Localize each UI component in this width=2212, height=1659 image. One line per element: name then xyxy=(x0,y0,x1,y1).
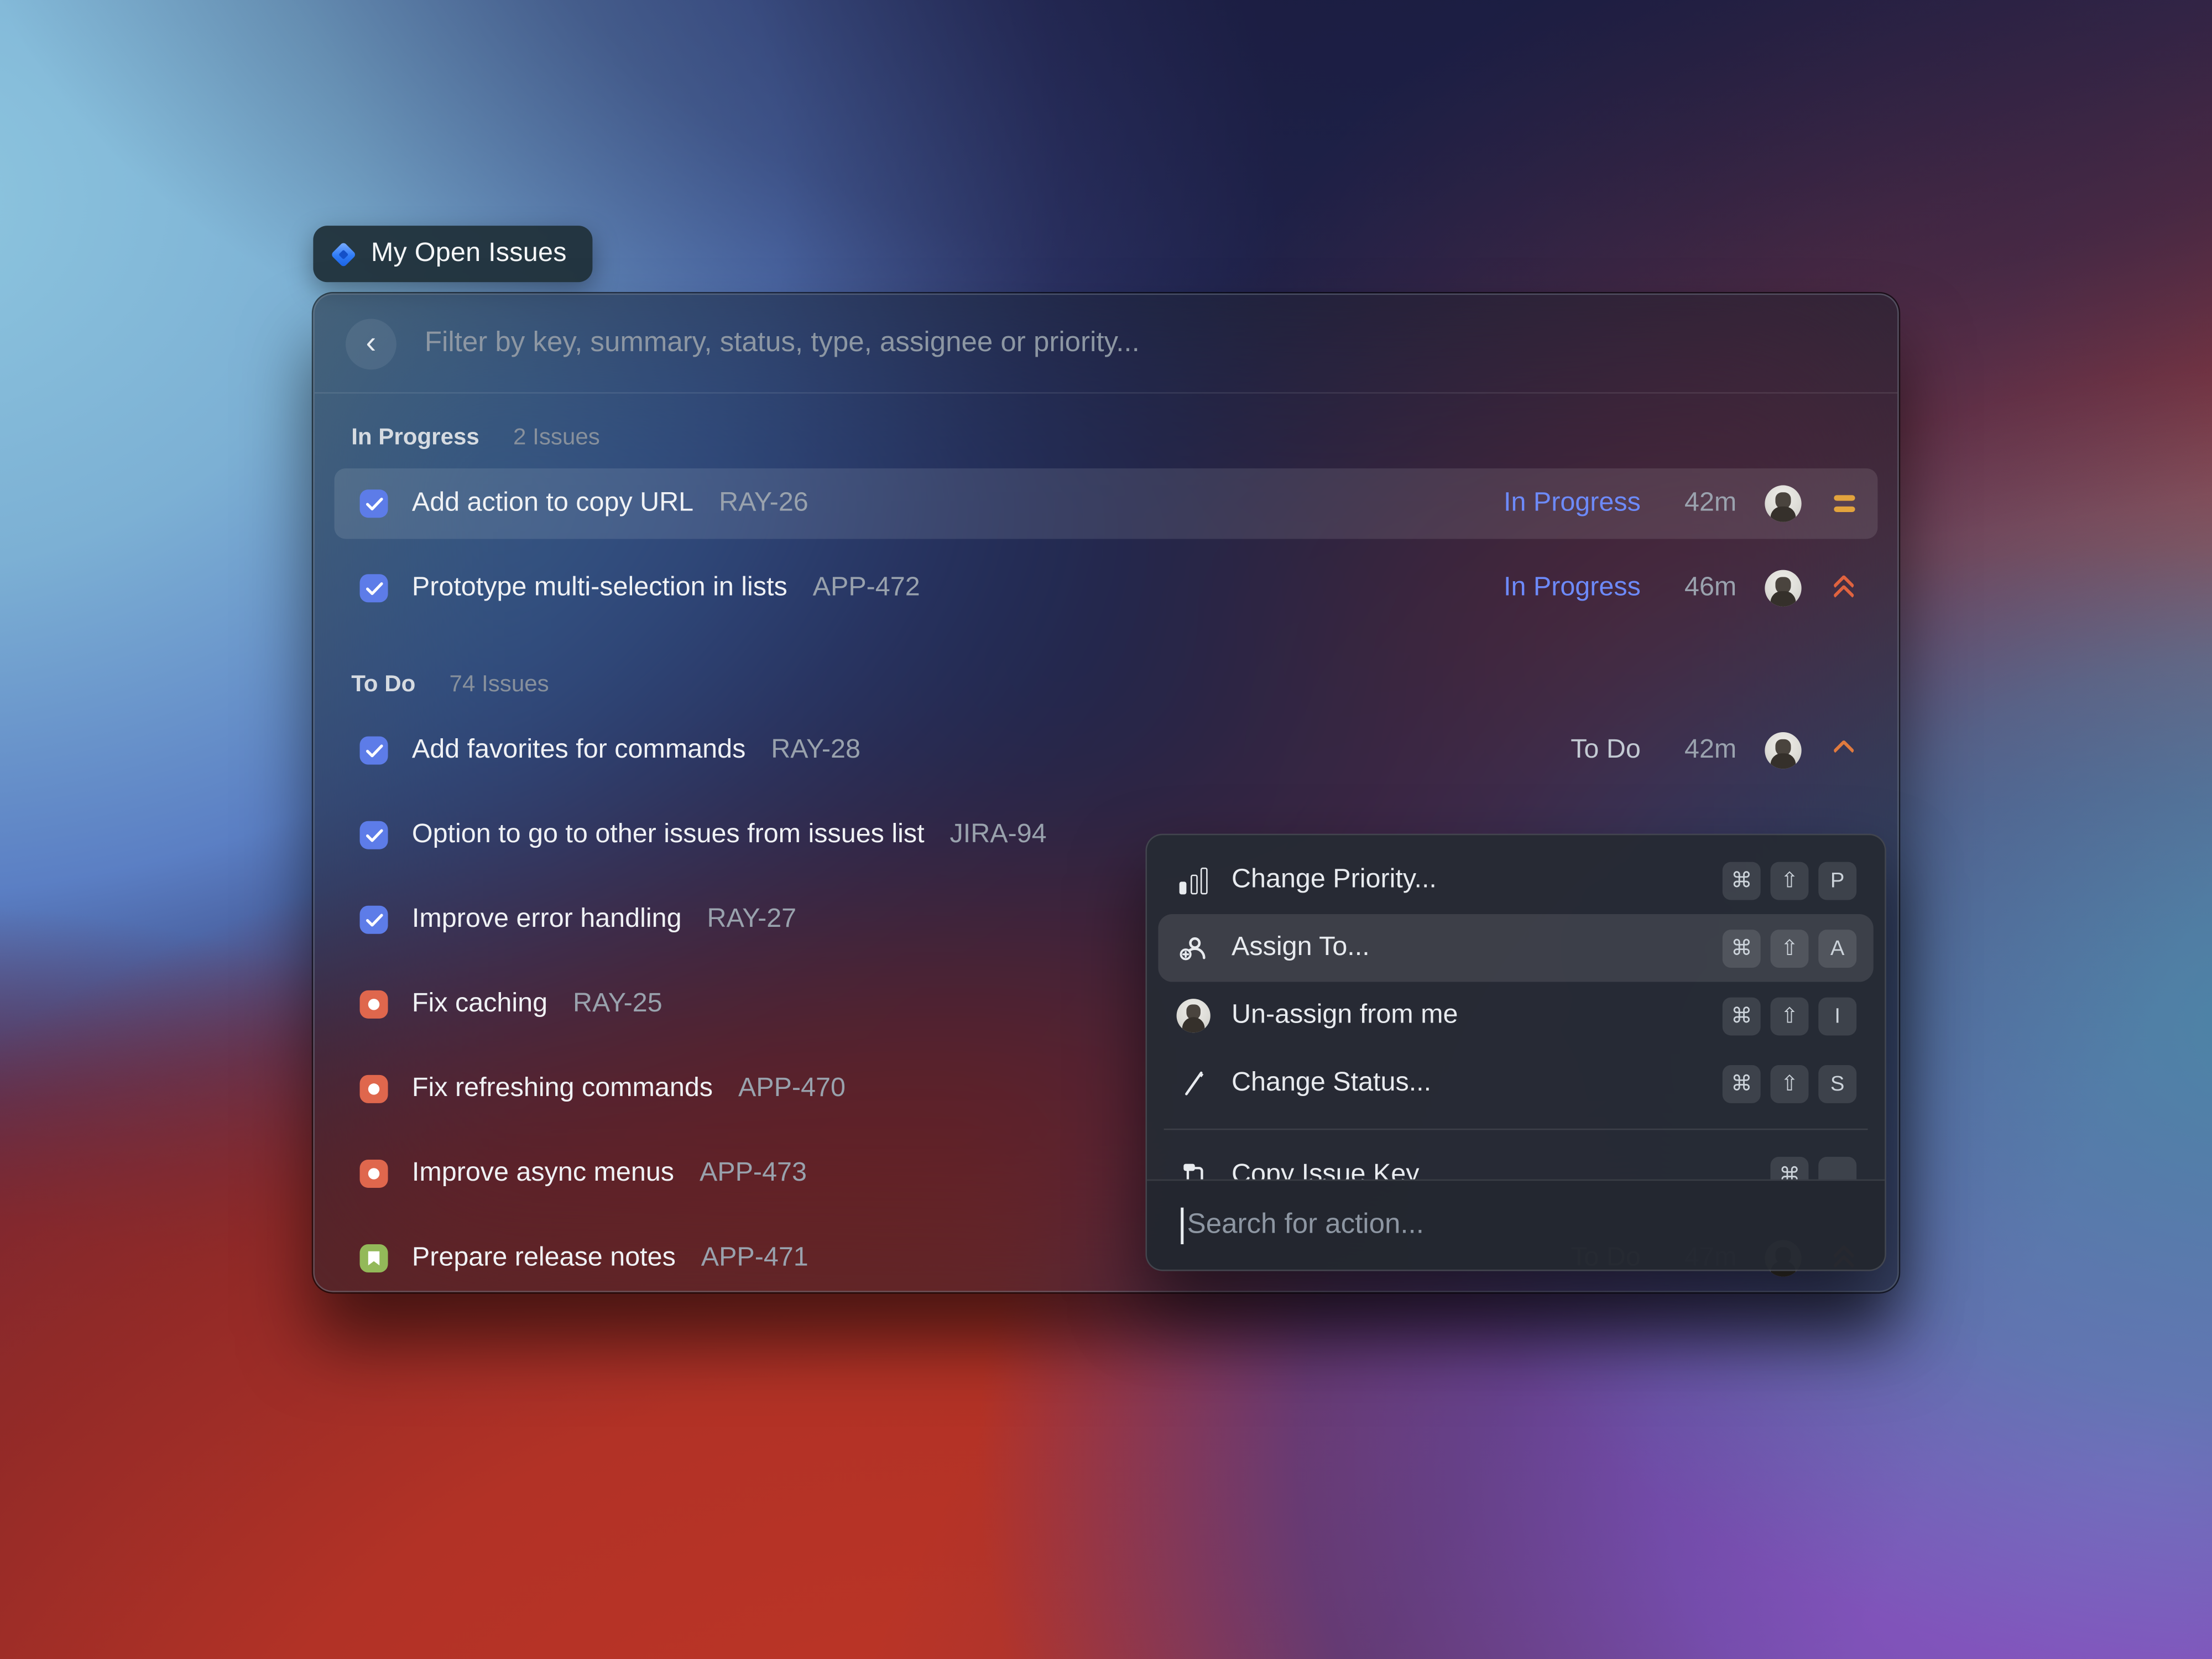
priority-high-icon xyxy=(1827,740,1861,760)
cmd-key: ⌘ xyxy=(1771,1156,1809,1180)
menu-item-change-status[interactable]: Change Status... ⌘ ⇧ S xyxy=(1158,1050,1873,1117)
menu-item-label: Change Status... xyxy=(1232,1068,1431,1099)
issue-title: Option to go to other issues from issues… xyxy=(412,820,925,851)
priority-chart-icon xyxy=(1175,866,1212,894)
issue-title: Prototype multi-selection in lists xyxy=(412,573,787,604)
issue-title: Add favorites for commands xyxy=(412,735,745,766)
user-avatar-icon xyxy=(1175,999,1212,1032)
assignee-avatar xyxy=(1765,732,1801,769)
cmd-key: ⌘ xyxy=(1723,997,1761,1035)
menu-item-label: Assign To... xyxy=(1232,932,1370,963)
updated-time: 46m xyxy=(1663,573,1737,604)
issue-title: Fix refreshing commands xyxy=(412,1073,713,1104)
priority-highest-icon xyxy=(1827,572,1861,604)
menu-item-unassign[interactable]: Un-assign from me ⌘ ⇧ I xyxy=(1158,982,1873,1050)
status-badge: In Progress xyxy=(1504,573,1641,604)
menu-item-label: Copy Issue Key xyxy=(1232,1160,1419,1180)
back-button[interactable]: ‹ xyxy=(346,318,397,369)
letter-key: I xyxy=(1818,997,1856,1035)
status-badge: In Progress xyxy=(1504,488,1641,519)
letter-key: S xyxy=(1818,1065,1856,1103)
issue-title: Improve error handling xyxy=(412,904,682,935)
issue-row[interactable]: Add action to copy URL RAY-26 In Progres… xyxy=(335,468,1878,539)
copy-icon xyxy=(1175,1161,1212,1180)
bookmark-icon xyxy=(360,1244,388,1272)
clipped-key xyxy=(1818,1156,1856,1180)
status-badge: To Do xyxy=(1571,735,1641,766)
issue-title: Prepare release notes xyxy=(412,1243,676,1274)
issue-key: RAY-27 xyxy=(707,904,796,935)
cmd-key: ⌘ xyxy=(1723,861,1761,899)
letter-key: A xyxy=(1818,929,1856,967)
checkbox-done-icon xyxy=(360,906,388,934)
todo-dot-icon xyxy=(360,1075,388,1103)
filter-bar: ‹ Filter by key, summary, status, type, … xyxy=(315,295,1897,394)
menu-item-label: Un-assign from me xyxy=(1232,1000,1458,1031)
issue-row[interactable]: Prototype multi-selection in lists APP-4… xyxy=(335,553,1878,624)
issue-key: JIRA-94 xyxy=(950,820,1047,851)
text-cursor xyxy=(1181,1207,1183,1244)
section-count: 2 Issues xyxy=(513,425,600,451)
desktop: My Open Issues ‹ Filter by key, summary,… xyxy=(0,0,2212,1659)
priority-medium-icon xyxy=(1827,495,1861,512)
section-title: In Progress xyxy=(351,425,479,451)
issue-key: RAY-25 xyxy=(573,989,662,1020)
jira-diamond-icon xyxy=(330,241,357,267)
issue-title: Improve async menus xyxy=(412,1158,674,1189)
checkbox-done-icon xyxy=(360,737,388,765)
issue-key: APP-472 xyxy=(813,573,920,604)
shift-key: ⇧ xyxy=(1771,929,1809,967)
todo-dot-icon xyxy=(360,990,388,1019)
menu-item-label: Change Priority... xyxy=(1232,865,1437,896)
menu-item-change-priority[interactable]: Change Priority... ⌘ ⇧ P xyxy=(1158,847,1873,914)
cmd-key: ⌘ xyxy=(1723,929,1761,967)
action-search-input[interactable]: Search for action... xyxy=(1187,1209,1424,1242)
pencil-icon xyxy=(1175,1070,1212,1098)
cmd-key: ⌘ xyxy=(1723,1065,1761,1103)
issue-key: APP-470 xyxy=(738,1073,846,1104)
filter-input[interactable]: Filter by key, summary, status, type, as… xyxy=(425,327,1140,360)
section-header-to-do: To Do 74 Issues xyxy=(335,638,1878,715)
letter-key: P xyxy=(1818,861,1856,899)
section-header-in-progress: In Progress 2 Issues xyxy=(335,413,1878,468)
issue-row[interactable]: Add favorites for commands RAY-28 To Do … xyxy=(335,715,1878,786)
command-tag[interactable]: My Open Issues xyxy=(313,226,592,282)
issue-key: APP-473 xyxy=(700,1158,807,1189)
todo-dot-icon xyxy=(360,1160,388,1188)
checkbox-done-icon xyxy=(360,489,388,518)
menu-divider xyxy=(1164,1129,1868,1130)
shift-key: ⇧ xyxy=(1771,1065,1809,1103)
issue-key: RAY-26 xyxy=(719,488,808,519)
section-count: 74 Issues xyxy=(450,671,549,698)
section-title: To Do xyxy=(351,671,415,698)
menu-item-assign-to[interactable]: Assign To... ⌘ ⇧ A xyxy=(1158,914,1873,982)
shift-key: ⇧ xyxy=(1771,997,1809,1035)
issue-title: Add action to copy URL xyxy=(412,488,693,519)
menu-item-copy-issue-key[interactable]: Copy Issue Key ⌘ xyxy=(1158,1141,1873,1180)
shift-key: ⇧ xyxy=(1771,861,1809,899)
issue-title: Fix caching xyxy=(412,989,547,1020)
updated-time: 42m xyxy=(1663,735,1737,766)
assign-person-icon xyxy=(1175,932,1212,963)
assignee-avatar xyxy=(1765,486,1801,522)
action-search-bar[interactable]: Search for action... xyxy=(1147,1180,1885,1270)
action-menu: Change Priority... ⌘ ⇧ P Assign To... xyxy=(1145,834,1886,1271)
issue-key: APP-471 xyxy=(701,1243,808,1274)
assignee-avatar xyxy=(1765,570,1801,607)
chevron-left-icon: ‹ xyxy=(366,327,377,358)
checkbox-done-icon xyxy=(360,574,388,602)
action-menu-list: Change Priority... ⌘ ⇧ P Assign To... xyxy=(1147,835,1885,1180)
updated-time: 42m xyxy=(1663,488,1737,519)
issue-key: RAY-28 xyxy=(771,735,860,766)
command-tag-label: My Open Issues xyxy=(371,238,567,269)
checkbox-done-icon xyxy=(360,821,388,849)
